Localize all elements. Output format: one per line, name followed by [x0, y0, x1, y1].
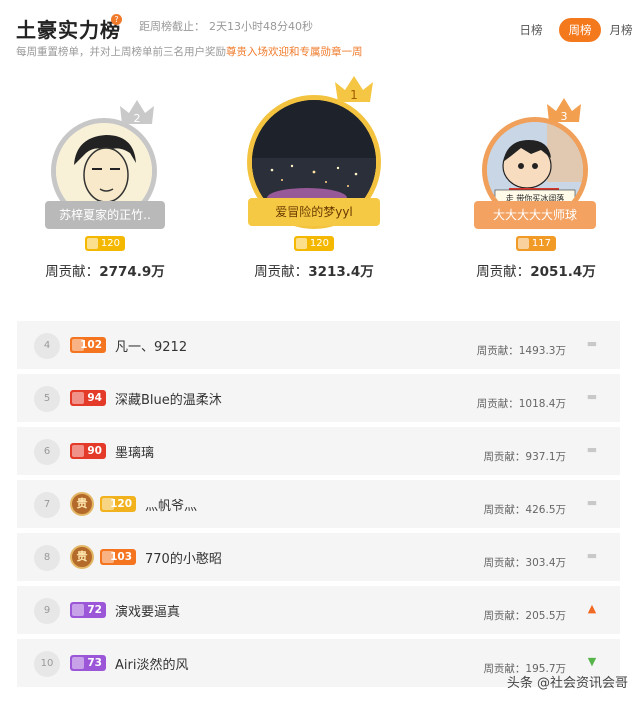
contribution-value: 周贡献：205.5万	[483, 610, 566, 622]
dash-icon: ▬	[586, 390, 598, 403]
rank-number: 10	[34, 651, 60, 677]
dash-icon: ▬	[586, 443, 598, 456]
rank-number: 4	[34, 333, 60, 359]
dash-icon: ▬	[586, 549, 598, 562]
rank-number: 3	[561, 110, 568, 123]
username[interactable]: 大大大大大师球	[474, 201, 596, 229]
username[interactable]: Airi淡然的风	[115, 654, 188, 673]
contribution-value: 周贡献：937.1万	[483, 451, 566, 463]
username[interactable]: 墨璃璃	[115, 442, 154, 461]
username[interactable]: 演戏要逼真	[115, 601, 180, 620]
crown-icon: 3	[546, 96, 582, 130]
crown-icon: 2	[119, 98, 155, 132]
list-item[interactable]: 7 贵 120 灬帆爷灬 周贡献：426.5万 ▬	[17, 480, 620, 528]
rank-number: 5	[34, 386, 60, 412]
username[interactable]: 深藏Blue的温柔沐	[115, 389, 222, 408]
arrow-down-icon: ▼	[587, 655, 597, 668]
level-badge-icon: 120	[100, 496, 136, 512]
rank-number: 8	[34, 545, 60, 571]
contribution-value: 2774.9万	[99, 264, 165, 280]
level-badge-icon: 90	[70, 443, 106, 459]
rank-number: 2	[134, 112, 141, 125]
arrow-up-icon: ▲	[587, 602, 597, 615]
contribution-value: 周贡献：303.4万	[483, 557, 566, 569]
rank-number: 9	[34, 598, 60, 624]
username[interactable]: 凡一、9212	[115, 336, 187, 355]
contribution-label: 周贡献：	[45, 264, 100, 280]
level-badge-icon: 102	[70, 337, 106, 353]
watermark: 头条 @社会资讯会哥	[506, 676, 628, 691]
level-badge-icon: 103	[100, 549, 136, 565]
dash-icon: ▬	[586, 496, 598, 509]
contribution-label: 周贡献：	[254, 264, 309, 280]
podium-rank-2[interactable]: 2 苏梓夏家的正竹.. 120 周贡献：2774.9万	[25, 0, 185, 290]
username[interactable]: 爱冒险的梦yyl	[248, 198, 380, 226]
contribution-value: 3213.4万	[308, 264, 374, 280]
level-badge-icon: 117	[516, 236, 556, 251]
list-item[interactable]: 9 72 演戏要逼真 周贡献：205.5万 ▲	[17, 586, 620, 634]
list-item[interactable]: 4 102 凡一、9212 周贡献：1493.3万 ▬	[17, 321, 620, 369]
podium-rank-3[interactable]: 走 带你买冰阔落 3 大大大大大师球 117 周贡献：2051.4万	[456, 0, 616, 290]
username[interactable]: 苏梓夏家的正竹..	[45, 201, 165, 229]
level-badge-icon: 94	[70, 390, 106, 406]
level-badge-icon: 120	[294, 236, 334, 251]
weekly-contribution: 周贡献：2051.4万	[456, 260, 616, 280]
contribution-value: 2051.4万	[530, 264, 596, 280]
list-item[interactable]: 6 90 墨璃璃 周贡献：937.1万 ▬	[17, 427, 620, 475]
list-item[interactable]: 5 94 深藏Blue的温柔沐 周贡献：1018.4万 ▬	[17, 374, 620, 422]
weekly-contribution: 周贡献：3213.4万	[234, 260, 394, 280]
contribution-value: 周贡献：426.5万	[483, 504, 566, 516]
username[interactable]: 770的小憨昭	[145, 548, 222, 567]
podium-rank-1[interactable]: 1 爱冒险的梦yyl 120 周贡献：3213.4万	[234, 0, 394, 290]
contribution-label: 周贡献：	[476, 264, 531, 280]
username[interactable]: 灬帆爷灬	[145, 495, 197, 514]
vip-badge-icon: 贵	[70, 492, 94, 516]
level-badge-icon: 73	[70, 655, 106, 671]
rank-number: 7	[34, 492, 60, 518]
rank-number: 1	[350, 88, 358, 102]
vip-badge-icon: 贵	[70, 545, 94, 569]
level-badge-icon: 120	[85, 236, 125, 251]
weekly-contribution: 周贡献：2774.9万	[25, 260, 185, 280]
contribution-value: 周贡献：1493.3万	[476, 345, 566, 357]
contribution-value: 周贡献：1018.4万	[476, 398, 566, 410]
list-item[interactable]: 8 贵 103 770的小憨昭 周贡献：303.4万 ▬	[17, 533, 620, 581]
crown-icon: 1	[334, 74, 374, 110]
rank-number: 6	[34, 439, 60, 465]
dash-icon: ▬	[586, 337, 598, 350]
level-badge-icon: 72	[70, 602, 106, 618]
